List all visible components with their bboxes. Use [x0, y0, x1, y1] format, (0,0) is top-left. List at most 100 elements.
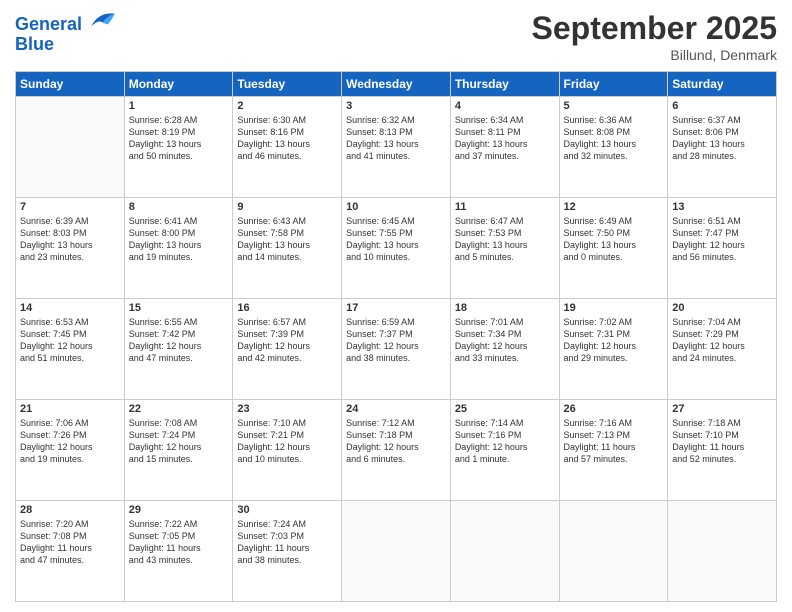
day-info: Sunrise: 6:32 AM Sunset: 8:13 PM Dayligh… [346, 114, 446, 163]
calendar-cell: 16 Sunrise: 6:57 AM Sunset: 7:39 PM Dayli… [233, 299, 342, 400]
day-number: 8 [129, 201, 229, 213]
day-number: 15 [129, 302, 229, 314]
day-number: 30 [237, 504, 337, 516]
calendar-cell: 28 Sunrise: 7:20 AM Sunset: 7:08 PM Dayli… [16, 501, 125, 602]
day-info: Sunrise: 6:36 AM Sunset: 8:08 PM Dayligh… [564, 114, 664, 163]
day-info: Sunrise: 6:34 AM Sunset: 8:11 PM Dayligh… [455, 114, 555, 163]
day-info: Sunrise: 7:18 AM Sunset: 7:10 PM Dayligh… [672, 417, 772, 466]
day-info: Sunrise: 7:06 AM Sunset: 7:26 PM Dayligh… [20, 417, 120, 466]
calendar-cell: 7 Sunrise: 6:39 AM Sunset: 8:03 PM Daylig… [16, 198, 125, 299]
day-number: 9 [237, 201, 337, 213]
day-info: Sunrise: 7:16 AM Sunset: 7:13 PM Dayligh… [564, 417, 664, 466]
day-info: Sunrise: 7:20 AM Sunset: 7:08 PM Dayligh… [20, 518, 120, 567]
day-number: 3 [346, 100, 446, 112]
day-info: Sunrise: 6:59 AM Sunset: 7:37 PM Dayligh… [346, 316, 446, 365]
day-number: 11 [455, 201, 555, 213]
day-info: Sunrise: 6:37 AM Sunset: 8:06 PM Dayligh… [672, 114, 772, 163]
calendar-cell: 17 Sunrise: 6:59 AM Sunset: 7:37 PM Dayli… [342, 299, 451, 400]
day-info: Sunrise: 7:22 AM Sunset: 7:05 PM Dayligh… [129, 518, 229, 567]
day-info: Sunrise: 6:55 AM Sunset: 7:42 PM Dayligh… [129, 316, 229, 365]
calendar-cell [559, 501, 668, 602]
day-number: 23 [237, 403, 337, 415]
calendar-cell: 20 Sunrise: 7:04 AM Sunset: 7:29 PM Dayli… [668, 299, 777, 400]
day-number: 20 [672, 302, 772, 314]
calendar-cell: 27 Sunrise: 7:18 AM Sunset: 7:10 PM Dayli… [668, 400, 777, 501]
calendar-cell: 4Sunrise: 6:34 AM Sunset: 8:11 PM Daylig… [450, 97, 559, 198]
calendar-cell: 23Sunrise: 7:10 AM Sunset: 7:21 PM Dayli… [233, 400, 342, 501]
calendar-cell [342, 501, 451, 602]
day-number: 16 [237, 302, 337, 314]
day-number: 14 [20, 302, 120, 314]
logo-bird-icon [89, 10, 117, 30]
day-info: Sunrise: 6:28 AM Sunset: 8:19 PM Dayligh… [129, 114, 229, 163]
day-number: 18 [455, 302, 555, 314]
day-number: 13 [672, 201, 772, 213]
day-number: 6 [672, 100, 772, 112]
calendar-week-row-3: 14 Sunrise: 6:53 AM Sunset: 7:45 PM Dayli… [16, 299, 777, 400]
day-number: 10 [346, 201, 446, 213]
main-title: September 2025 [532, 10, 777, 47]
weekday-header-monday: Monday [124, 72, 233, 97]
day-number: 2 [237, 100, 337, 112]
day-info: Sunrise: 7:02 AM Sunset: 7:31 PM Dayligh… [564, 316, 664, 365]
day-info: Sunrise: 6:39 AM Sunset: 8:03 PM Dayligh… [20, 215, 120, 264]
day-number: 26 [564, 403, 664, 415]
day-info: Sunrise: 6:47 AM Sunset: 7:53 PM Dayligh… [455, 215, 555, 264]
day-info: Sunrise: 7:14 AM Sunset: 7:16 PM Dayligh… [455, 417, 555, 466]
weekday-header-row: SundayMondayTuesdayWednesdayThursdayFrid… [16, 72, 777, 97]
day-info: Sunrise: 7:04 AM Sunset: 7:29 PM Dayligh… [672, 316, 772, 365]
weekday-header-tuesday: Tuesday [233, 72, 342, 97]
calendar-cell: 26 Sunrise: 7:16 AM Sunset: 7:13 PM Dayli… [559, 400, 668, 501]
calendar-cell: 14 Sunrise: 6:53 AM Sunset: 7:45 PM Dayli… [16, 299, 125, 400]
calendar-cell: 9 Sunrise: 6:43 AM Sunset: 7:58 PM Daylig… [233, 198, 342, 299]
day-info: Sunrise: 7:08 AM Sunset: 7:24 PM Dayligh… [129, 417, 229, 466]
calendar-cell: 10 Sunrise: 6:45 AM Sunset: 7:55 PM Dayli… [342, 198, 451, 299]
day-number: 27 [672, 403, 772, 415]
calendar-cell [668, 501, 777, 602]
day-info: Sunrise: 6:43 AM Sunset: 7:58 PM Dayligh… [237, 215, 337, 264]
calendar-week-row-5: 28 Sunrise: 7:20 AM Sunset: 7:08 PM Dayli… [16, 501, 777, 602]
calendar-cell: 13 Sunrise: 6:51 AM Sunset: 7:47 PM Dayli… [668, 198, 777, 299]
title-block: September 2025 Billund, Denmark [532, 10, 777, 63]
day-info: Sunrise: 6:57 AM Sunset: 7:39 PM Dayligh… [237, 316, 337, 365]
calendar-cell: 19 Sunrise: 7:02 AM Sunset: 7:31 PM Dayli… [559, 299, 668, 400]
day-info: Sunrise: 6:51 AM Sunset: 7:47 PM Dayligh… [672, 215, 772, 264]
calendar-cell: 29Sunrise: 7:22 AM Sunset: 7:05 PM Dayli… [124, 501, 233, 602]
calendar-cell: 21 Sunrise: 7:06 AM Sunset: 7:26 PM Dayli… [16, 400, 125, 501]
day-info: Sunrise: 6:53 AM Sunset: 7:45 PM Dayligh… [20, 316, 120, 365]
day-number: 1 [129, 100, 229, 112]
day-number: 5 [564, 100, 664, 112]
calendar-cell: 3 Sunrise: 6:32 AM Sunset: 8:13 PM Daylig… [342, 97, 451, 198]
weekday-header-sunday: Sunday [16, 72, 125, 97]
calendar-week-row-1: 1 Sunrise: 6:28 AM Sunset: 8:19 PM Daylig… [16, 97, 777, 198]
day-number: 19 [564, 302, 664, 314]
calendar-cell: 18 Sunrise: 7:01 AM Sunset: 7:34 PM Dayli… [450, 299, 559, 400]
day-info: Sunrise: 6:30 AM Sunset: 8:16 PM Dayligh… [237, 114, 337, 163]
calendar-cell: 8Sunrise: 6:41 AM Sunset: 8:00 PM Daylig… [124, 198, 233, 299]
day-number: 24 [346, 403, 446, 415]
day-number: 28 [20, 504, 120, 516]
day-info: Sunrise: 6:49 AM Sunset: 7:50 PM Dayligh… [564, 215, 664, 264]
calendar-cell: 6 Sunrise: 6:37 AM Sunset: 8:06 PM Daylig… [668, 97, 777, 198]
logo-text: General [15, 10, 117, 35]
calendar-week-row-2: 7 Sunrise: 6:39 AM Sunset: 8:03 PM Daylig… [16, 198, 777, 299]
day-number: 7 [20, 201, 120, 213]
day-number: 12 [564, 201, 664, 213]
logo-blue-text: Blue [15, 35, 117, 55]
weekday-header-wednesday: Wednesday [342, 72, 451, 97]
day-number: 21 [20, 403, 120, 415]
day-number: 17 [346, 302, 446, 314]
calendar-week-row-4: 21 Sunrise: 7:06 AM Sunset: 7:26 PM Dayli… [16, 400, 777, 501]
day-info: Sunrise: 7:12 AM Sunset: 7:18 PM Dayligh… [346, 417, 446, 466]
calendar-cell: 22Sunrise: 7:08 AM Sunset: 7:24 PM Dayli… [124, 400, 233, 501]
calendar-cell: 12 Sunrise: 6:49 AM Sunset: 7:50 PM Dayli… [559, 198, 668, 299]
calendar-cell: 15 Sunrise: 6:55 AM Sunset: 7:42 PM Dayli… [124, 299, 233, 400]
day-info: Sunrise: 7:24 AM Sunset: 7:03 PM Dayligh… [237, 518, 337, 567]
calendar-cell: 25Sunrise: 7:14 AM Sunset: 7:16 PM Dayli… [450, 400, 559, 501]
day-info: Sunrise: 7:01 AM Sunset: 7:34 PM Dayligh… [455, 316, 555, 365]
calendar-cell: 1 Sunrise: 6:28 AM Sunset: 8:19 PM Daylig… [124, 97, 233, 198]
weekday-header-saturday: Saturday [668, 72, 777, 97]
calendar-cell [450, 501, 559, 602]
calendar-cell: 24 Sunrise: 7:12 AM Sunset: 7:18 PM Dayli… [342, 400, 451, 501]
day-info: Sunrise: 6:45 AM Sunset: 7:55 PM Dayligh… [346, 215, 446, 264]
